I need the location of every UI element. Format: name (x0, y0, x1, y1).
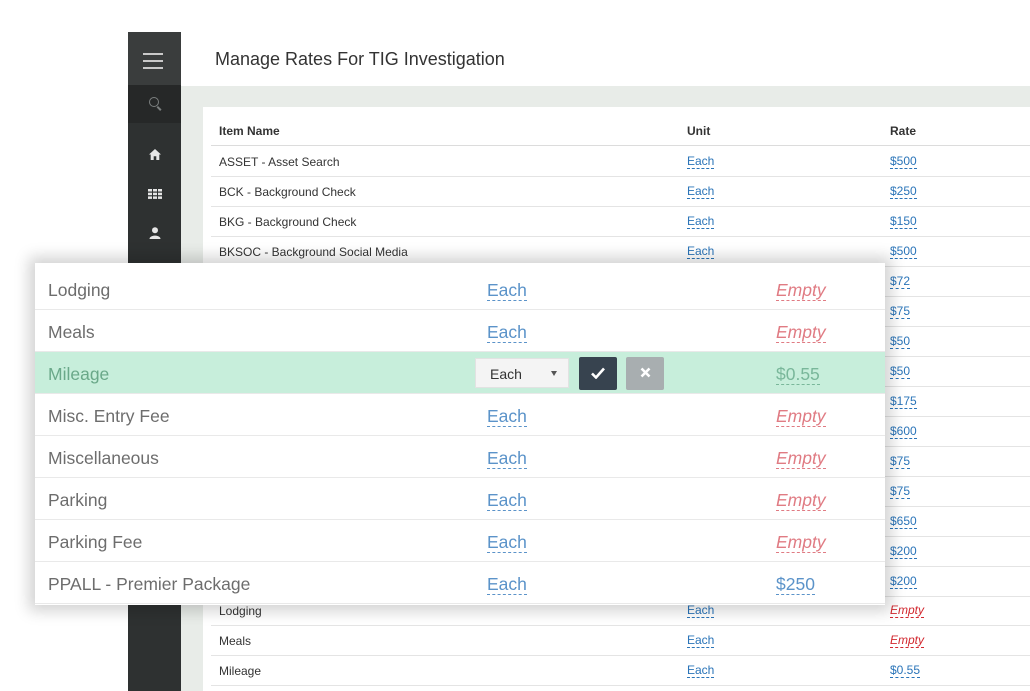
item-name: Parking Fee (48, 532, 143, 552)
item-name: PPALL - Premier Package (48, 574, 251, 594)
column-header-item-name: Item Name (219, 124, 280, 138)
sidebar-search[interactable] (128, 85, 181, 123)
item-name: ASSET - Asset Search (219, 155, 340, 169)
unit-link[interactable]: Each (687, 633, 715, 649)
table-row: BKG - Background Check Each $150 (211, 206, 1030, 237)
close-icon (640, 367, 650, 378)
rate-link[interactable]: $500 (890, 154, 917, 170)
page-title: Manage Rates For TIG Investigation (215, 49, 505, 69)
rate-link[interactable]: $50 (890, 334, 911, 350)
item-name: BKG - Background Check (219, 215, 357, 229)
page-header: Manage Rates For TIG Investigation (181, 32, 1030, 87)
rate-link[interactable]: Empty (776, 406, 826, 428)
search-icon[interactable] (149, 97, 159, 107)
rate-link[interactable]: $150 (890, 214, 917, 230)
unit-link[interactable]: Each (687, 184, 715, 200)
unit-select-value: Each (490, 366, 522, 382)
rate-link[interactable]: $72 (890, 274, 911, 290)
item-name: Meals (48, 322, 95, 342)
unit-link[interactable]: Each (487, 532, 527, 554)
item-name: BKSOC - Background Social Media (219, 245, 408, 259)
list-item: Lodging Each Empty (35, 268, 885, 310)
chevron-down-icon (551, 371, 557, 376)
rate-link[interactable]: $500 (890, 244, 917, 260)
unit-link[interactable]: Each (487, 406, 527, 428)
rate-link[interactable]: $0.55 (890, 663, 921, 679)
list-item: PPALL - Premier Package Each $250 (35, 562, 885, 604)
grid-icon[interactable] (128, 189, 181, 199)
item-name: Miscellaneous (48, 448, 159, 468)
unit-select[interactable]: Each (475, 358, 569, 388)
item-name: BCK - Background Check (219, 185, 356, 199)
list-item: Parking Each Empty (35, 478, 885, 520)
item-name: Lodging (48, 280, 111, 300)
list-item: Parking Fee Each Empty (35, 520, 885, 562)
rate-link[interactable]: $75 (890, 484, 911, 500)
rate-link[interactable]: $200 (890, 544, 917, 560)
cancel-button[interactable] (626, 357, 664, 390)
list-item: Meals Each Empty (35, 310, 885, 352)
item-name: Parking (48, 490, 108, 510)
menu-toggle[interactable] (128, 32, 181, 85)
rate-link[interactable]: Empty (776, 490, 826, 512)
rate-link[interactable]: $75 (890, 304, 911, 320)
list-item-editing: Mileage Each $0.55 (35, 352, 885, 394)
unit-link[interactable]: Each (487, 448, 527, 470)
rate-link[interactable]: Empty (776, 448, 826, 470)
zoomed-rates-panel: Lodging Each Empty Meals Each Empty Mile… (35, 263, 885, 605)
user-icon[interactable] (128, 227, 181, 239)
check-icon (591, 367, 605, 379)
menu-icon[interactable] (143, 53, 163, 74)
table-row: Meals Each Empty (211, 625, 1030, 656)
rate-link[interactable]: $50 (890, 364, 911, 380)
table-header: Item Name Unit Rate (211, 115, 1030, 146)
home-icon[interactable] (128, 149, 181, 160)
item-name: Mileage (48, 364, 110, 384)
rate-link[interactable]: $650 (890, 514, 917, 530)
column-header-rate: Rate (890, 124, 917, 138)
confirm-button[interactable] (579, 357, 617, 390)
unit-link[interactable]: Each (487, 490, 527, 512)
table-row: BCK - Background Check Each $250 (211, 176, 1030, 207)
rate-link[interactable]: Empty (776, 322, 826, 344)
unit-link[interactable]: Each (487, 322, 527, 344)
rate-link[interactable]: $0.55 (776, 364, 820, 386)
item-name: Meals (219, 634, 252, 648)
rate-link[interactable]: Empty (776, 280, 826, 302)
table-row: Mileage Each $0.55 (211, 655, 1030, 686)
list-item: Miscellaneous Each Empty (35, 436, 885, 478)
rate-link[interactable]: Empty (890, 603, 925, 619)
rate-link[interactable]: Empty (776, 532, 826, 554)
rate-link[interactable]: $175 (890, 394, 917, 410)
list-item: Misc. Entry Fee Each Empty (35, 394, 885, 436)
item-name: Mileage (219, 664, 262, 678)
rate-link[interactable]: $250 (776, 574, 815, 596)
item-name: Misc. Entry Fee (48, 406, 170, 426)
unit-link[interactable]: Each (687, 244, 715, 260)
column-header-unit: Unit (687, 124, 711, 138)
unit-link[interactable]: Each (687, 214, 715, 230)
rate-link[interactable]: $75 (890, 454, 911, 470)
rate-link[interactable]: $250 (890, 184, 917, 200)
rate-link[interactable]: $600 (890, 424, 917, 440)
unit-link[interactable]: Each (687, 603, 715, 619)
unit-link[interactable]: Each (687, 154, 715, 170)
rate-link[interactable]: Empty (890, 633, 925, 649)
item-name: Lodging (219, 604, 262, 618)
unit-link[interactable]: Each (687, 663, 715, 679)
rate-link[interactable]: $200 (890, 574, 917, 590)
unit-link[interactable]: Each (487, 574, 527, 596)
table-row: ASSET - Asset Search Each $500 (211, 146, 1030, 177)
unit-link[interactable]: Each (487, 280, 527, 302)
